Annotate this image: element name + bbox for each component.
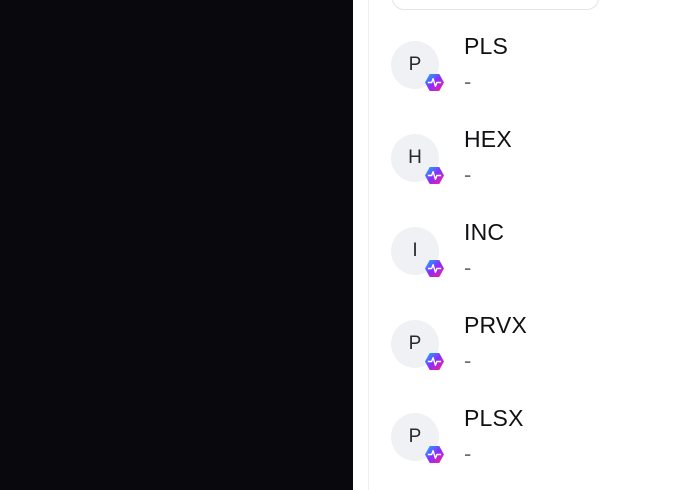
token-search-input[interactable] bbox=[392, 0, 599, 10]
modal-backdrop[interactable] bbox=[0, 0, 353, 490]
token-select-panel: P PLS - H HEX - I INC - P PRVX - P PLSX … bbox=[369, 0, 694, 490]
token-symbol: PRVX bbox=[464, 312, 528, 338]
panel-gutter bbox=[353, 0, 368, 490]
pulsechain-icon bbox=[425, 73, 444, 92]
token-symbol: HEX bbox=[464, 126, 512, 152]
token-balance: - bbox=[464, 162, 472, 187]
pulsechain-icon bbox=[425, 445, 444, 464]
token-symbol: PLS bbox=[464, 33, 509, 59]
token-row-plsx[interactable]: P PLSX - bbox=[369, 396, 694, 489]
token-row-pls[interactable]: P PLS - bbox=[369, 24, 694, 117]
token-row-prvx[interactable]: P PRVX - bbox=[369, 303, 694, 396]
token-balance: - bbox=[464, 69, 472, 94]
token-symbol: PLSX bbox=[464, 405, 524, 431]
app-root: P PLS - H HEX - I INC - P PRVX - P PLSX … bbox=[0, 0, 694, 490]
token-row-hex[interactable]: H HEX - bbox=[369, 117, 694, 210]
token-balance: - bbox=[464, 255, 472, 280]
token-row-inc[interactable]: I INC - bbox=[369, 210, 694, 303]
token-balance: - bbox=[464, 348, 472, 373]
pulsechain-icon bbox=[425, 166, 444, 185]
token-balance: - bbox=[464, 441, 472, 466]
pulsechain-icon bbox=[425, 259, 444, 278]
token-symbol: INC bbox=[464, 219, 505, 245]
pulsechain-icon bbox=[425, 352, 444, 371]
